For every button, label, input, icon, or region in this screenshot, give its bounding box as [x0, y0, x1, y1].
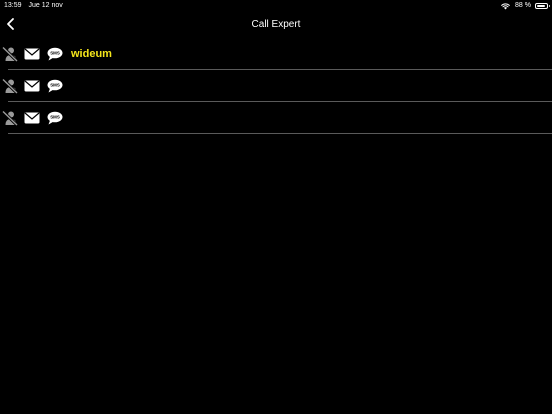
- sms-icon-label: SMS: [50, 83, 60, 88]
- contact-row[interactable]: SMS: [0, 102, 552, 134]
- battery-text: 88 %: [515, 2, 531, 9]
- sms-icon-label: SMS: [50, 51, 60, 56]
- contact-row[interactable]: SMS: [0, 70, 552, 102]
- contact-list: SMS wideum SMS SMS: [0, 38, 552, 134]
- sms-icon[interactable]: SMS: [47, 78, 63, 94]
- mail-icon[interactable]: [24, 78, 40, 94]
- status-left: 13:59 Jue 12 nov: [4, 0, 63, 12]
- status-right: 88 %: [501, 0, 550, 12]
- contact-row[interactable]: SMS wideum: [0, 38, 552, 70]
- status-time: 13:59: [4, 2, 22, 9]
- nav-bar: Call Expert: [0, 12, 552, 37]
- contact-name[interactable]: wideum: [71, 46, 112, 62]
- page-title: Call Expert: [251, 19, 301, 30]
- no-call-icon[interactable]: [1, 78, 19, 94]
- mail-icon[interactable]: [24, 110, 40, 126]
- no-call-icon[interactable]: [1, 46, 19, 62]
- status-date: Jue 12 nov: [28, 2, 63, 9]
- battery-icon: [535, 3, 550, 9]
- status-bar: 13:59 Jue 12 nov 88 %: [0, 0, 552, 12]
- sms-icon[interactable]: SMS: [47, 110, 63, 126]
- battery-fill: [537, 5, 545, 7]
- mail-icon[interactable]: [24, 46, 40, 62]
- sms-icon[interactable]: SMS: [47, 46, 63, 62]
- wifi-icon: [501, 2, 510, 9]
- no-call-icon[interactable]: [1, 110, 19, 126]
- sms-icon-label: SMS: [50, 115, 60, 120]
